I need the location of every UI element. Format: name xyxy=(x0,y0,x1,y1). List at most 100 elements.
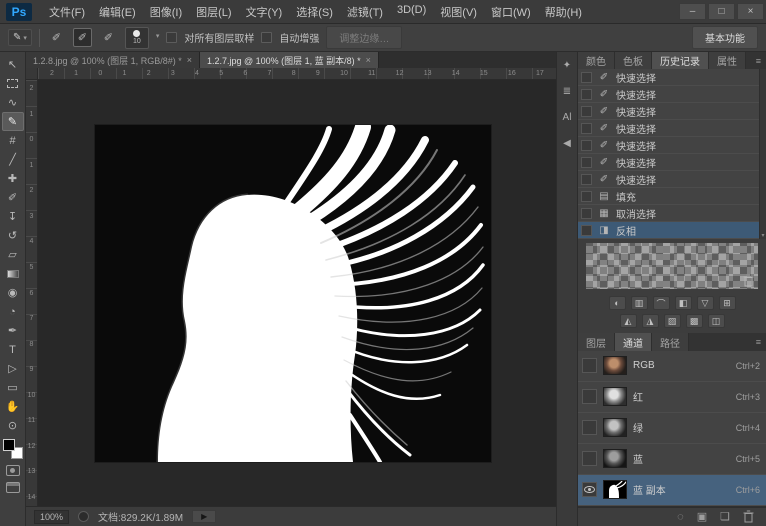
history-source-checkbox[interactable] xyxy=(581,174,592,185)
dock-panel-icon[interactable]: ◀ xyxy=(558,135,576,151)
type-tool[interactable]: T xyxy=(2,340,24,359)
eyedropper-tool[interactable]: ╱ xyxy=(2,150,24,169)
history-source-checkbox[interactable] xyxy=(581,140,592,151)
visibility-toggle[interactable] xyxy=(582,482,597,497)
history-entry[interactable]: ▦取消选择 xyxy=(578,205,766,222)
menu-item[interactable]: 视图(V) xyxy=(433,1,484,23)
panel-menu-icon[interactable]: ≡ xyxy=(756,52,766,69)
history-source-checkbox[interactable] xyxy=(581,72,592,83)
maximize-button[interactable]: □ xyxy=(708,3,735,20)
history-source-checkbox[interactable] xyxy=(581,123,592,134)
tab-history[interactable]: 历史记录 xyxy=(652,52,709,69)
history-source-checkbox[interactable] xyxy=(581,208,592,219)
eraser-tool[interactable]: ▱ xyxy=(2,245,24,264)
scroll-down-icon[interactable]: ▾ xyxy=(761,232,764,239)
brush-tool[interactable]: ✐ xyxy=(2,188,24,207)
dock-panel-icon[interactable]: ≣ xyxy=(558,83,576,99)
history-source-checkbox[interactable] xyxy=(581,225,592,236)
sample-all-layers-checkbox[interactable] xyxy=(166,32,177,43)
history-source-checkbox[interactable] xyxy=(581,157,592,168)
adjustment-icon[interactable]: ▨ xyxy=(664,314,681,328)
tab-channels[interactable]: 通道 xyxy=(615,333,652,350)
history-entry[interactable]: ▤填充 xyxy=(578,188,766,205)
save-selection-icon[interactable]: ▣ xyxy=(697,510,707,523)
tab-properties[interactable]: 属性 xyxy=(709,52,746,69)
tool-preset-picker[interactable]: ✎ ▾ xyxy=(8,29,32,46)
spot-healing-brush-tool[interactable]: ✚ xyxy=(2,169,24,188)
history-source-checkbox[interactable] xyxy=(581,89,592,100)
clone-stamp-tool[interactable]: ↧ xyxy=(2,207,24,226)
dock-panel-icon[interactable]: ✦ xyxy=(558,57,576,73)
adjustment-icon[interactable]: ⌒ xyxy=(653,296,670,310)
adjustment-icon[interactable]: ◧ xyxy=(675,296,692,310)
channel-row-blue[interactable]: 蓝 Ctrl+5 xyxy=(578,444,766,475)
menu-item[interactable]: 帮助(H) xyxy=(538,1,589,23)
path-selection-tool[interactable]: ▷ xyxy=(2,359,24,378)
status-options-arrow[interactable]: ▶ xyxy=(192,510,216,523)
close-button[interactable]: × xyxy=(737,3,764,20)
lasso-tool[interactable]: ∿ xyxy=(2,93,24,112)
adjustment-icon[interactable]: ◫ xyxy=(708,314,725,328)
adjustment-icon[interactable]: ▽ xyxy=(697,296,714,310)
menu-item[interactable]: 编辑(E) xyxy=(92,1,143,23)
move-tool[interactable]: ↖ xyxy=(2,55,24,74)
color-swatches[interactable] xyxy=(3,439,23,459)
tab-paths[interactable]: 路径 xyxy=(652,333,689,350)
screen-mode-button[interactable] xyxy=(6,482,20,493)
adjustment-icon[interactable]: ◮ xyxy=(642,314,659,328)
menu-item[interactable]: 3D(D) xyxy=(390,1,433,23)
menu-item[interactable]: 滤镜(T) xyxy=(340,1,390,23)
menu-item[interactable]: 图像(I) xyxy=(143,1,189,23)
refine-edge-button[interactable]: 调整边缘… xyxy=(326,26,402,49)
history-source-checkbox[interactable] xyxy=(581,106,592,117)
rectangle-tool[interactable]: ▭ xyxy=(2,378,24,397)
visibility-toggle[interactable] xyxy=(582,358,597,373)
history-brush-tool[interactable]: ↺ xyxy=(2,226,24,245)
zoom-level-field[interactable]: 100% xyxy=(34,510,69,524)
history-entry[interactable]: ✐快速选择 xyxy=(578,154,766,171)
menu-item[interactable]: 文件(F) xyxy=(42,1,92,23)
channel-row-red[interactable]: 红 Ctrl+3 xyxy=(578,382,766,413)
history-entry[interactable]: ✐快速选择 xyxy=(578,171,766,188)
document-tab-2[interactable]: 1.2.7.jpg @ 100% (图层 1, 蓝 副本/8) * × xyxy=(200,52,379,68)
foreground-color-swatch[interactable] xyxy=(3,439,15,451)
menu-item[interactable]: 选择(S) xyxy=(289,1,340,23)
adjustment-icon[interactable]: ▩ xyxy=(686,314,703,328)
adjustment-icon[interactable]: ▥ xyxy=(631,296,648,310)
tab-layers[interactable]: 图层 xyxy=(578,333,615,350)
quick-mask-button[interactable] xyxy=(6,465,20,476)
tab-swatches[interactable]: 色板 xyxy=(615,52,652,69)
history-entry[interactable]: ✐快速选择 xyxy=(578,103,766,120)
channel-row-green[interactable]: 绿 Ctrl+4 xyxy=(578,413,766,444)
minimize-button[interactable]: – xyxy=(679,3,706,20)
history-entry[interactable]: ✐快速选择 xyxy=(578,137,766,154)
rectangular-marquee-tool[interactable] xyxy=(2,74,24,93)
delete-channel-icon[interactable] xyxy=(743,510,754,523)
zoom-tool[interactable]: ⊙ xyxy=(2,416,24,435)
chevron-down-icon[interactable]: ▾ xyxy=(156,34,160,40)
menu-item[interactable]: 图层(L) xyxy=(189,1,238,23)
history-source-checkbox[interactable] xyxy=(581,191,592,202)
canvas-viewport[interactable]: 2101234567891011121314 xyxy=(26,80,556,506)
history-entry[interactable]: ✐快速选择 xyxy=(578,120,766,137)
close-tab-icon[interactable]: × xyxy=(187,55,192,65)
new-selection-mode-button[interactable]: ✐ xyxy=(47,28,66,47)
close-tab-icon[interactable]: × xyxy=(366,55,371,65)
channel-row-rgb[interactable]: RGB Ctrl+2 xyxy=(578,351,766,382)
dodge-tool[interactable]: ◔ xyxy=(2,302,24,321)
channel-row-blue-copy[interactable]: 蓝 副本 Ctrl+6 xyxy=(578,475,766,506)
adjustment-icon[interactable]: ◐ xyxy=(609,296,626,310)
blur-tool[interactable]: ◉ xyxy=(2,283,24,302)
hand-tool[interactable]: ✋ xyxy=(2,397,24,416)
panel-menu-icon[interactable]: ≡ xyxy=(756,333,766,350)
add-to-selection-mode-button[interactable]: ✐ xyxy=(73,28,92,47)
workspace-switcher-button[interactable]: 基本功能 xyxy=(692,26,758,49)
new-channel-icon[interactable]: ❏ xyxy=(720,510,730,523)
trash-icon[interactable] xyxy=(743,274,754,287)
menu-item[interactable]: 窗口(W) xyxy=(484,1,538,23)
history-entry-selected[interactable]: ◨反相 xyxy=(578,222,766,239)
document-tab-1[interactable]: 1.2.8.jpg @ 100% (图层 1, RGB/8#) * × xyxy=(26,52,200,68)
visibility-toggle[interactable] xyxy=(582,420,597,435)
visibility-toggle[interactable] xyxy=(582,389,597,404)
quick-selection-tool[interactable]: ✎ xyxy=(2,112,24,131)
